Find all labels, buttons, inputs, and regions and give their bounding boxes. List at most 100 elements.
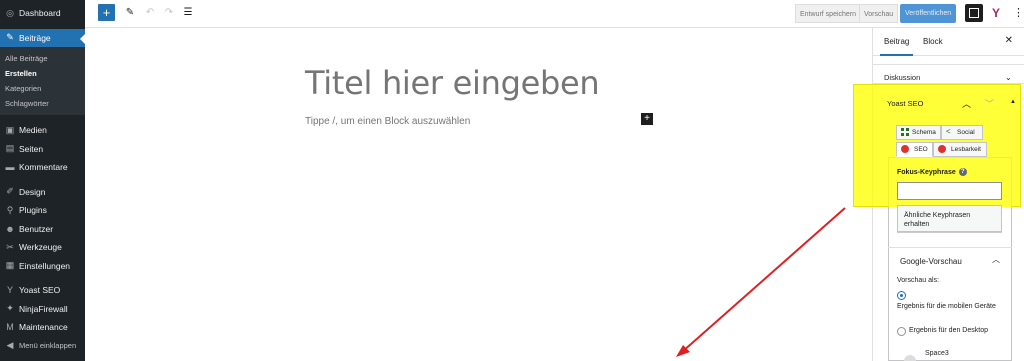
focus-keyphrase-label: Fokus-Keyphrase? — [897, 168, 967, 176]
chevron-up-icon[interactable]: ︿ — [992, 254, 1000, 265]
editor-canvas: Titel hier eingeben Tippe /, um einen Bl… — [85, 28, 872, 361]
plugins-icon: ⚲ — [6, 204, 14, 215]
sidebar-item-label: Design — [19, 186, 46, 197]
collapse-icon: ◀ — [6, 340, 14, 351]
dashboard-icon: ◎ — [6, 7, 14, 18]
sidebar-item-ninjafirewall[interactable]: ✦ NinjaFirewall — [0, 300, 85, 319]
sidebar-item-label: Einstellungen — [19, 260, 71, 271]
sidebar-item-label: Seiten — [19, 143, 44, 154]
focus-keyphrase-input[interactable] — [897, 182, 1002, 200]
desktop-radio[interactable] — [897, 327, 906, 336]
caret-up-icon[interactable]: ▲ — [1010, 99, 1016, 105]
submenu-categories[interactable]: Kategorien — [0, 81, 85, 96]
help-icon[interactable]: ? — [958, 168, 967, 176]
pin-icon: ✎ — [6, 32, 14, 43]
inline-add-block-button[interactable]: + — [641, 113, 653, 125]
sidebar-item-label: Medien — [19, 125, 47, 136]
submenu-new-post[interactable]: Erstellen — [0, 66, 85, 81]
tab-seo-label: SEO — [914, 146, 928, 153]
panel-tabs: Beitrag Block ✕ — [873, 28, 1024, 56]
sidebar-item-label: Kommentare — [19, 162, 68, 173]
google-preview-title: Google-Vorschau — [900, 257, 962, 266]
sidebar-item-pages[interactable]: ▤ Seiten — [0, 140, 85, 159]
sidebar-item-media[interactable]: ▣ Medien — [0, 121, 85, 140]
preview-button[interactable]: Vorschau — [859, 4, 899, 23]
sidebar-item-label: Beiträge — [19, 32, 51, 43]
redo-icon[interactable]: ↷ — [162, 6, 176, 20]
site-name: Space3 — [925, 350, 949, 357]
close-icon[interactable]: ✕ — [1005, 35, 1013, 46]
sidebar-item-label: NinjaFirewall — [19, 303, 68, 314]
tab-block[interactable]: Block — [923, 37, 943, 46]
ninjafirewall-icon: ✦ — [6, 303, 14, 314]
admin-sidebar: ◎ Dashboard ✎ Beiträge Alle Beiträge Ers… — [0, 0, 85, 361]
chevron-up-icon[interactable]: ︿ — [962, 97, 971, 110]
focus-keyphrase-text: Fokus-Keyphrase — [897, 168, 956, 176]
sidebar-item-settings[interactable]: ▦ Einstellungen — [0, 257, 85, 276]
submenu-all-posts[interactable]: Alle Beiträge — [0, 51, 85, 66]
more-options-icon[interactable]: ⋮ — [1013, 6, 1024, 20]
sidebar-item-label: Werkzeuge — [19, 242, 62, 253]
settings-toggle-button[interactable] — [965, 4, 983, 22]
submenu-tags[interactable]: Schlagwörter — [0, 96, 85, 111]
desktop-result-label[interactable]: Ergebnis für den Desktop — [909, 327, 988, 334]
tab-post[interactable]: Beitrag — [879, 37, 914, 56]
share-icon: < — [946, 127, 951, 137]
design-icon: ✐ — [6, 186, 14, 197]
sidebar-item-plugins[interactable]: ⚲ Plugins — [0, 201, 85, 220]
tools-icon: ✂ — [6, 241, 14, 252]
sidebar-item-maintenance[interactable]: M Maintenance — [0, 318, 85, 337]
users-icon: ☻ — [5, 223, 15, 234]
sidebar-item-tools[interactable]: ✂ Werkzeuge — [0, 238, 85, 257]
related-keyphrases-button[interactable]: Ähnliche Keyphrasen erhalten — [897, 205, 1002, 232]
grid-icon — [901, 128, 909, 137]
sidebar-item-label: Dashboard — [19, 8, 61, 19]
sidebar-item-label: Maintenance — [19, 322, 68, 333]
tab-readability[interactable]: Lesbarkeit — [933, 142, 987, 157]
pencil-icon[interactable]: ✎ — [123, 6, 137, 20]
sidebar-item-label: Yoast SEO — [19, 285, 61, 296]
mobile-result-label[interactable]: Ergebnis für die mobilen Geräte — [897, 302, 1007, 312]
list-view-icon[interactable]: ☰ — [181, 6, 195, 20]
comments-icon: ▬ — [5, 162, 15, 173]
maintenance-icon: M — [6, 322, 14, 333]
tab-schema-label: Schema — [912, 129, 936, 136]
sidebar-item-dashboard[interactable]: ◎ Dashboard — [0, 4, 85, 23]
posts-submenu: Alle Beiträge Erstellen Kategorien Schla… — [0, 47, 85, 115]
chevron-down-icon[interactable]: ﹀ — [985, 97, 994, 110]
pages-icon: ▤ — [5, 143, 15, 154]
sidebar-item-label: Menü einklappen — [19, 341, 77, 351]
sidebar-item-label: Benutzer — [19, 223, 54, 234]
block-placeholder[interactable]: Tippe /, um einen Block auszuwählen — [305, 116, 470, 127]
undo-icon[interactable]: ↶ — [143, 6, 157, 20]
editor-toolbar: + ✎ ↶ ↷ ☰ Entwurf speichern Vorschau Ver… — [85, 0, 1024, 28]
sidebar-item-collapse[interactable]: ◀ Menü einklappen — [0, 337, 85, 356]
discussion-label: Diskussion — [884, 73, 921, 82]
preview-as-label: Vorschau als: — [897, 277, 940, 284]
media-icon: ▣ — [5, 124, 15, 135]
add-block-button[interactable]: + — [98, 4, 115, 21]
sidebar-item-users[interactable]: ☻ Benutzer — [0, 220, 85, 239]
mobile-radio[interactable] — [897, 291, 906, 300]
site-favicon-icon — [904, 355, 916, 361]
post-title-input[interactable]: Titel hier eingeben — [305, 64, 600, 102]
sidebar-item-comments[interactable]: ▬ Kommentare — [0, 158, 85, 177]
settings-icon: ▦ — [5, 260, 15, 271]
tab-seo[interactable]: SEO — [896, 142, 933, 157]
save-draft-button[interactable]: Entwurf speichern — [795, 4, 862, 23]
chevron-down-icon: ⌄ — [1005, 73, 1012, 82]
yoast-toolbar-button[interactable]: Y — [988, 5, 1004, 21]
yoast-section-title[interactable]: Yoast SEO — [887, 99, 923, 108]
sidebar-item-label: Plugins — [19, 205, 47, 216]
publish-button[interactable]: Veröffentlichen — [900, 4, 957, 23]
yoast-icon: Y — [6, 285, 13, 296]
discussion-section[interactable]: Diskussion ⌄ — [873, 64, 1024, 84]
tab-schema[interactable]: Schema — [896, 125, 941, 140]
tab-social[interactable]: < Social — [941, 125, 983, 140]
sidebar-item-design[interactable]: ✐ Design — [0, 183, 85, 202]
editor-page: ◎ Dashboard ✎ Beiträge Alle Beiträge Ers… — [0, 0, 1024, 361]
sidebar-item-posts[interactable]: ✎ Beiträge — [0, 28, 85, 47]
readability-status-icon — [938, 145, 946, 154]
sidebar-item-yoast[interactable]: Y Yoast SEO — [0, 281, 85, 300]
tab-readability-label: Lesbarkeit — [951, 146, 981, 153]
